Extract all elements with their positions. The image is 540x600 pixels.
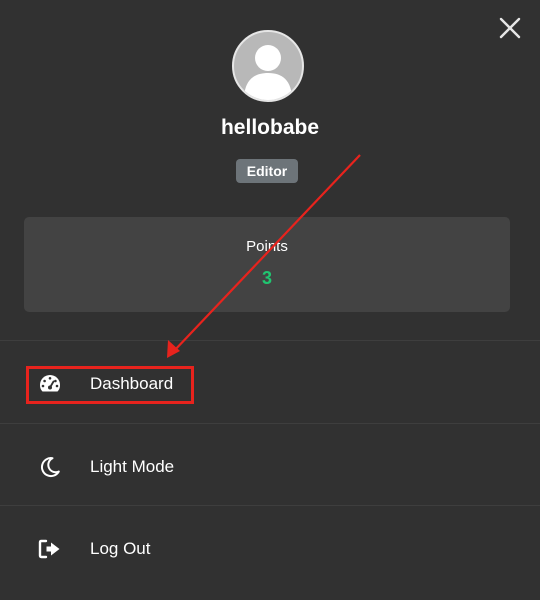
role-badge: Editor: [236, 159, 298, 183]
moon-icon: [38, 455, 62, 479]
user-silhouette-icon: [244, 45, 292, 100]
divider: [0, 505, 540, 506]
points-card: Points 3: [24, 217, 510, 312]
dashboard-gauge-icon: [38, 372, 62, 396]
points-label: Points: [246, 238, 288, 255]
menu-item-log-out[interactable]: Log Out: [0, 521, 540, 577]
points-value: 3: [261, 268, 272, 288]
avatar: [232, 30, 304, 102]
menu-item-dashboard[interactable]: Dashboard: [0, 356, 540, 412]
menu-label: Log Out: [90, 539, 151, 558]
username: hellobabe: [220, 116, 320, 139]
menu-label: Dashboard: [90, 374, 174, 393]
profile-panel: hellobabe Editor Points 3 Dashboard Ligh…: [0, 0, 540, 600]
menu-label: Light Mode: [90, 457, 175, 476]
close-icon[interactable]: [496, 14, 524, 42]
divider: [0, 423, 540, 424]
divider: [0, 340, 540, 341]
logout-icon: [38, 537, 62, 561]
menu-item-light-mode[interactable]: Light Mode: [0, 439, 540, 495]
